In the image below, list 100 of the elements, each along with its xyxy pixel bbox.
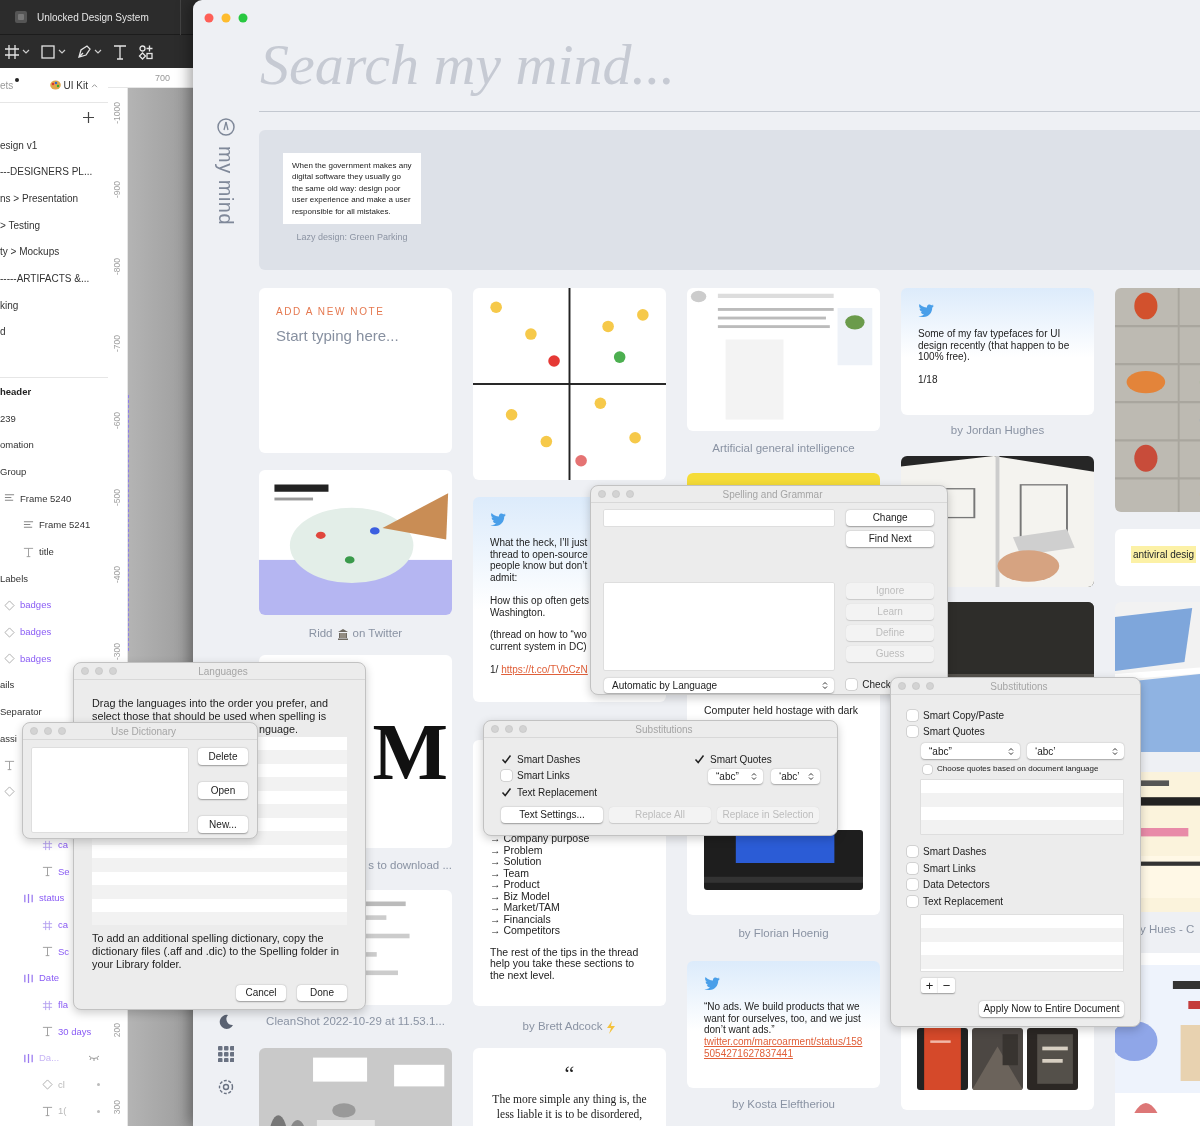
layer-name[interactable]: badges [20, 651, 52, 666]
text-tool-icon[interactable] [112, 43, 128, 60]
layer-name[interactable]: badges [20, 598, 52, 613]
layer-name[interactable]: Date [39, 971, 60, 986]
checkbox[interactable] [501, 770, 512, 782]
grid-icon[interactable] [218, 1046, 234, 1062]
layer-name[interactable]: Sc [58, 944, 70, 959]
checkbox-label: Text Replacement [923, 894, 1004, 909]
layer-name[interactable]: badges [20, 624, 52, 640]
add-icon[interactable] [83, 112, 94, 123]
checkbox[interactable] [501, 786, 512, 798]
window-controls-icon[interactable] [204, 13, 248, 23]
layer-name[interactable]: Group [0, 465, 27, 480]
list-item: → Market/TAM [490, 902, 561, 914]
layer-name[interactable]: ca [58, 918, 69, 933]
file-tab[interactable]: Unlocked Design System [0, 0, 181, 35]
page-item[interactable]: king [0, 297, 19, 313]
layer-name[interactable]: Separator [0, 704, 42, 720]
button[interactable]: + [921, 977, 938, 993]
tweet-link[interactable]: twitter.com/marcoarment/status/1585054271627837441 [704, 1036, 863, 1060]
list-item: → Product [490, 879, 541, 891]
window-controls-icon[interactable] [491, 725, 527, 733]
input-field[interactable] [604, 510, 835, 526]
layer-name[interactable]: assi [0, 731, 17, 746]
window-controls-icon[interactable] [30, 727, 66, 735]
button[interactable]: Delete [198, 748, 248, 765]
layer-name[interactable]: status [39, 891, 65, 906]
checkbox[interactable] [501, 753, 512, 765]
layer-name[interactable]: fla [58, 997, 69, 1013]
grid-frame-icon [42, 999, 53, 1011]
button[interactable]: Change [846, 510, 934, 526]
layer-name[interactable]: title [39, 545, 54, 560]
checkbox[interactable] [907, 709, 918, 721]
layer-name[interactable]: ails [0, 678, 15, 693]
layer-name[interactable]: omation [0, 438, 34, 453]
checkbox[interactable] [694, 753, 705, 765]
layer-name[interactable]: 30 days [58, 1024, 92, 1039]
logo-icon[interactable] [217, 118, 235, 136]
button[interactable]: Apply Now to Entire Document [979, 1000, 1124, 1017]
page-item[interactable]: d [0, 324, 6, 340]
settings-icon[interactable] [217, 1078, 235, 1096]
checkbox[interactable] [907, 895, 918, 907]
window-controls-icon[interactable] [81, 667, 117, 675]
page-item[interactable]: esign v1 [0, 137, 38, 153]
component-icon [4, 653, 15, 665]
caret-icon[interactable] [58, 48, 66, 55]
page-item[interactable]: ty > Mockups [0, 244, 60, 260]
note-heading: ADD A NEW NOTE [276, 305, 386, 319]
rectangle-tool-icon[interactable] [40, 43, 56, 60]
window-controls-icon[interactable] [898, 682, 934, 690]
checkbox[interactable] [907, 726, 918, 738]
card-caption: by Jordan Hughes [950, 423, 1045, 439]
checkbox-label: Smart Links [923, 861, 976, 876]
button[interactable]: Cancel [236, 985, 286, 1001]
frame-tool-icon[interactable] [4, 43, 20, 60]
page-item[interactable]: ns > Presentation [0, 191, 79, 207]
caret-icon[interactable] [22, 48, 30, 55]
layer-name[interactable]: ca [58, 838, 69, 853]
library-name[interactable]: UI Kit [63, 77, 88, 93]
card-caption: Lazy design: Green Parking [295, 231, 409, 245]
button[interactable]: New... [198, 816, 248, 833]
checkbox[interactable] [907, 846, 918, 858]
chevron-icon [751, 771, 757, 781]
layer-name[interactable]: 239 [0, 411, 16, 427]
file-icon [14, 10, 28, 24]
layer-name[interactable]: header [0, 385, 32, 400]
layer-name[interactable]: Se [58, 864, 70, 879]
checkbox[interactable] [923, 764, 932, 774]
card-caption: by Brett Adcock [522, 1019, 603, 1035]
pen-tool-icon[interactable] [76, 43, 92, 60]
components-icon[interactable] [138, 43, 154, 60]
list-item: → Biz Model [490, 890, 551, 902]
caret-icon[interactable] [94, 48, 102, 55]
page-item[interactable]: > Testing [0, 217, 41, 233]
text-layer-icon [4, 759, 15, 771]
note-field[interactable]: Start typing here... [276, 325, 435, 365]
button[interactable]: Text Settings... [501, 806, 603, 823]
component-icon [42, 1079, 53, 1091]
layer-name[interactable]: Frame 5241 [39, 518, 91, 533]
tweet-link[interactable]: https://t.co/TVbCzN [501, 663, 588, 675]
checkbox[interactable] [907, 862, 918, 874]
layer-name[interactable]: Labels [0, 571, 28, 586]
dropdown[interactable]: ‘abc’ [771, 768, 820, 784]
page-item[interactable]: ---DESIGNERS PL... [0, 164, 93, 180]
moon-icon[interactable] [218, 1014, 234, 1030]
checkbox[interactable] [907, 879, 918, 891]
dropdown[interactable]: “abc” [921, 743, 1020, 759]
button[interactable]: Open [198, 782, 248, 799]
layer-name[interactable]: Frame 5240 [20, 491, 72, 506]
page-item[interactable]: -----ARTIFACTS &... [0, 271, 90, 286]
button[interactable]: Done [297, 985, 347, 1001]
hidden-eye-icon[interactable] [88, 1055, 100, 1062]
window-controls-icon[interactable] [598, 490, 634, 498]
checkbox[interactable] [846, 678, 858, 690]
dropdown[interactable]: ‘abc’ [1027, 743, 1124, 759]
card-caption: Artificial general intelligence [712, 441, 855, 457]
button[interactable]: − [938, 977, 955, 993]
dropdown[interactable]: “abc” [708, 768, 763, 784]
button[interactable]: Find Next [846, 531, 934, 547]
dropdown[interactable]: Automatic by Language [604, 678, 835, 693]
